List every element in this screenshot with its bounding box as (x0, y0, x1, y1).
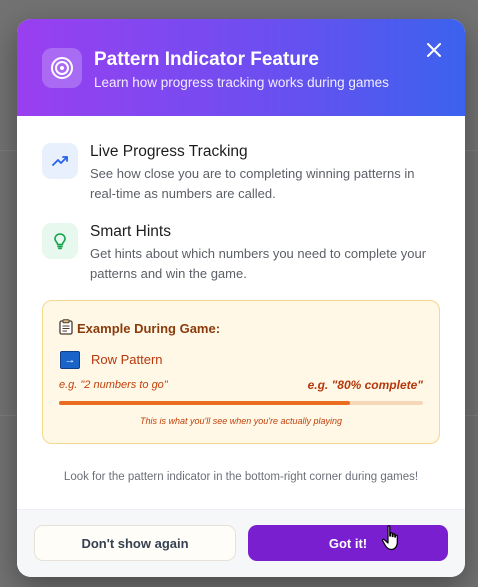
example-right-hint: e.g. "80% complete" (307, 378, 423, 392)
modal-header: Pattern Indicator Feature Learn how prog… (17, 19, 465, 116)
lightbulb-icon (42, 223, 78, 259)
modal-title: Pattern Indicator Feature (94, 49, 319, 70)
pointer-cursor-icon (381, 525, 401, 556)
progress-bar (59, 401, 423, 405)
dont-show-again-button[interactable]: Don't show again (34, 525, 236, 561)
got-it-button[interactable]: Got it! (248, 525, 448, 561)
modal-subtitle: Learn how progress tracking works during… (94, 75, 389, 90)
feature-description: See how close you are to completing winn… (90, 166, 415, 201)
example-title: Example During Game: (77, 321, 221, 336)
close-icon (427, 43, 441, 57)
example-note: This is what you'll see when you're actu… (139, 416, 343, 426)
target-icon (42, 48, 82, 88)
example-panel: Example During Game: → Row Pattern e.g. … (42, 300, 440, 444)
pattern-label: Row Pattern (91, 352, 163, 367)
close-button[interactable] (425, 41, 443, 59)
feature-modal: Pattern Indicator Feature Learn how prog… (17, 19, 465, 577)
feature-description: Get hints about which numbers you need t… (90, 246, 427, 281)
progress-fill (59, 401, 351, 405)
feature-title: Live Progress Tracking (90, 143, 248, 160)
feature-title: Smart Hints (90, 223, 171, 240)
arrow-right-icon: → (60, 351, 80, 369)
clipboard-icon (59, 319, 73, 340)
footer-hint: Look for the pattern indicator in the bo… (63, 471, 419, 483)
trending-up-icon (42, 143, 78, 179)
example-left-hint: e.g. "2 numbers to go" (59, 379, 168, 391)
